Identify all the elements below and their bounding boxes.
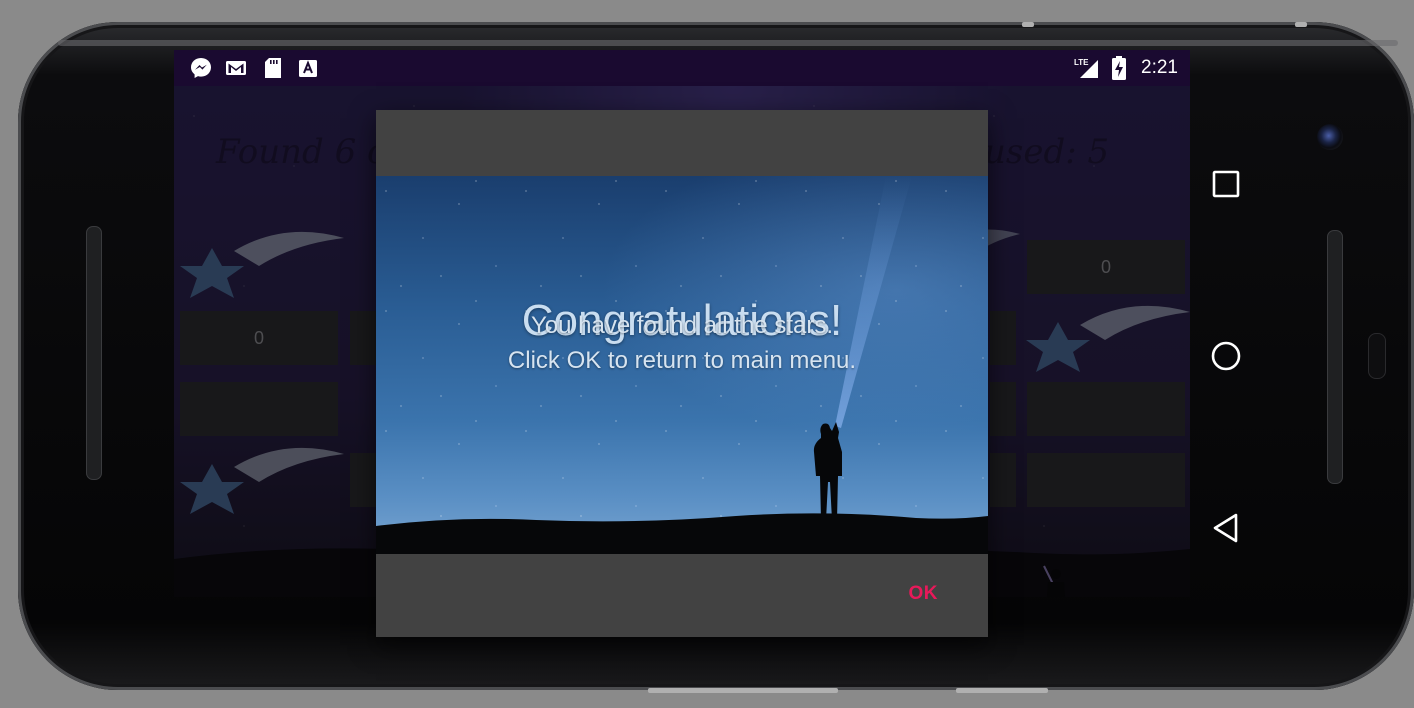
- battery-charging-icon: [1112, 56, 1126, 80]
- ok-button[interactable]: OK: [895, 577, 953, 611]
- back-triangle-icon[interactable]: [1208, 510, 1244, 546]
- recents-square-icon[interactable]: [1210, 168, 1242, 200]
- home-circle-icon[interactable]: [1208, 338, 1244, 374]
- dialog-message-line-1: You have found all the stars.: [531, 312, 833, 339]
- left-speaker-grille: [86, 226, 102, 480]
- congratulations-dialog: Congratulations! You have found all the …: [376, 110, 988, 637]
- messenger-icon: [191, 58, 211, 78]
- clock: 2:21: [1141, 57, 1178, 78]
- dialog-message-line-2: Click OK to return to main menu.: [507, 347, 857, 374]
- keyboard-a-icon: [299, 60, 317, 77]
- phone-edge-highlight: [58, 40, 1398, 46]
- dialog-background-image: Congratulations! You have found all the …: [376, 176, 988, 554]
- top-button-2: [1295, 22, 1307, 27]
- right-speaker-grille: [1327, 230, 1343, 484]
- status-bar: LTE 2:21: [174, 50, 1190, 86]
- gmail-icon: [226, 61, 246, 75]
- volume-button: [648, 688, 838, 693]
- power-button: [956, 688, 1048, 693]
- proximity-sensor: [1368, 333, 1386, 379]
- front-camera-icon: [1317, 124, 1343, 150]
- lte-signal-icon: LTE: [1074, 58, 1098, 78]
- lte-label: LTE: [1074, 58, 1089, 67]
- sd-card-icon: [265, 58, 281, 78]
- top-button: [1022, 22, 1034, 27]
